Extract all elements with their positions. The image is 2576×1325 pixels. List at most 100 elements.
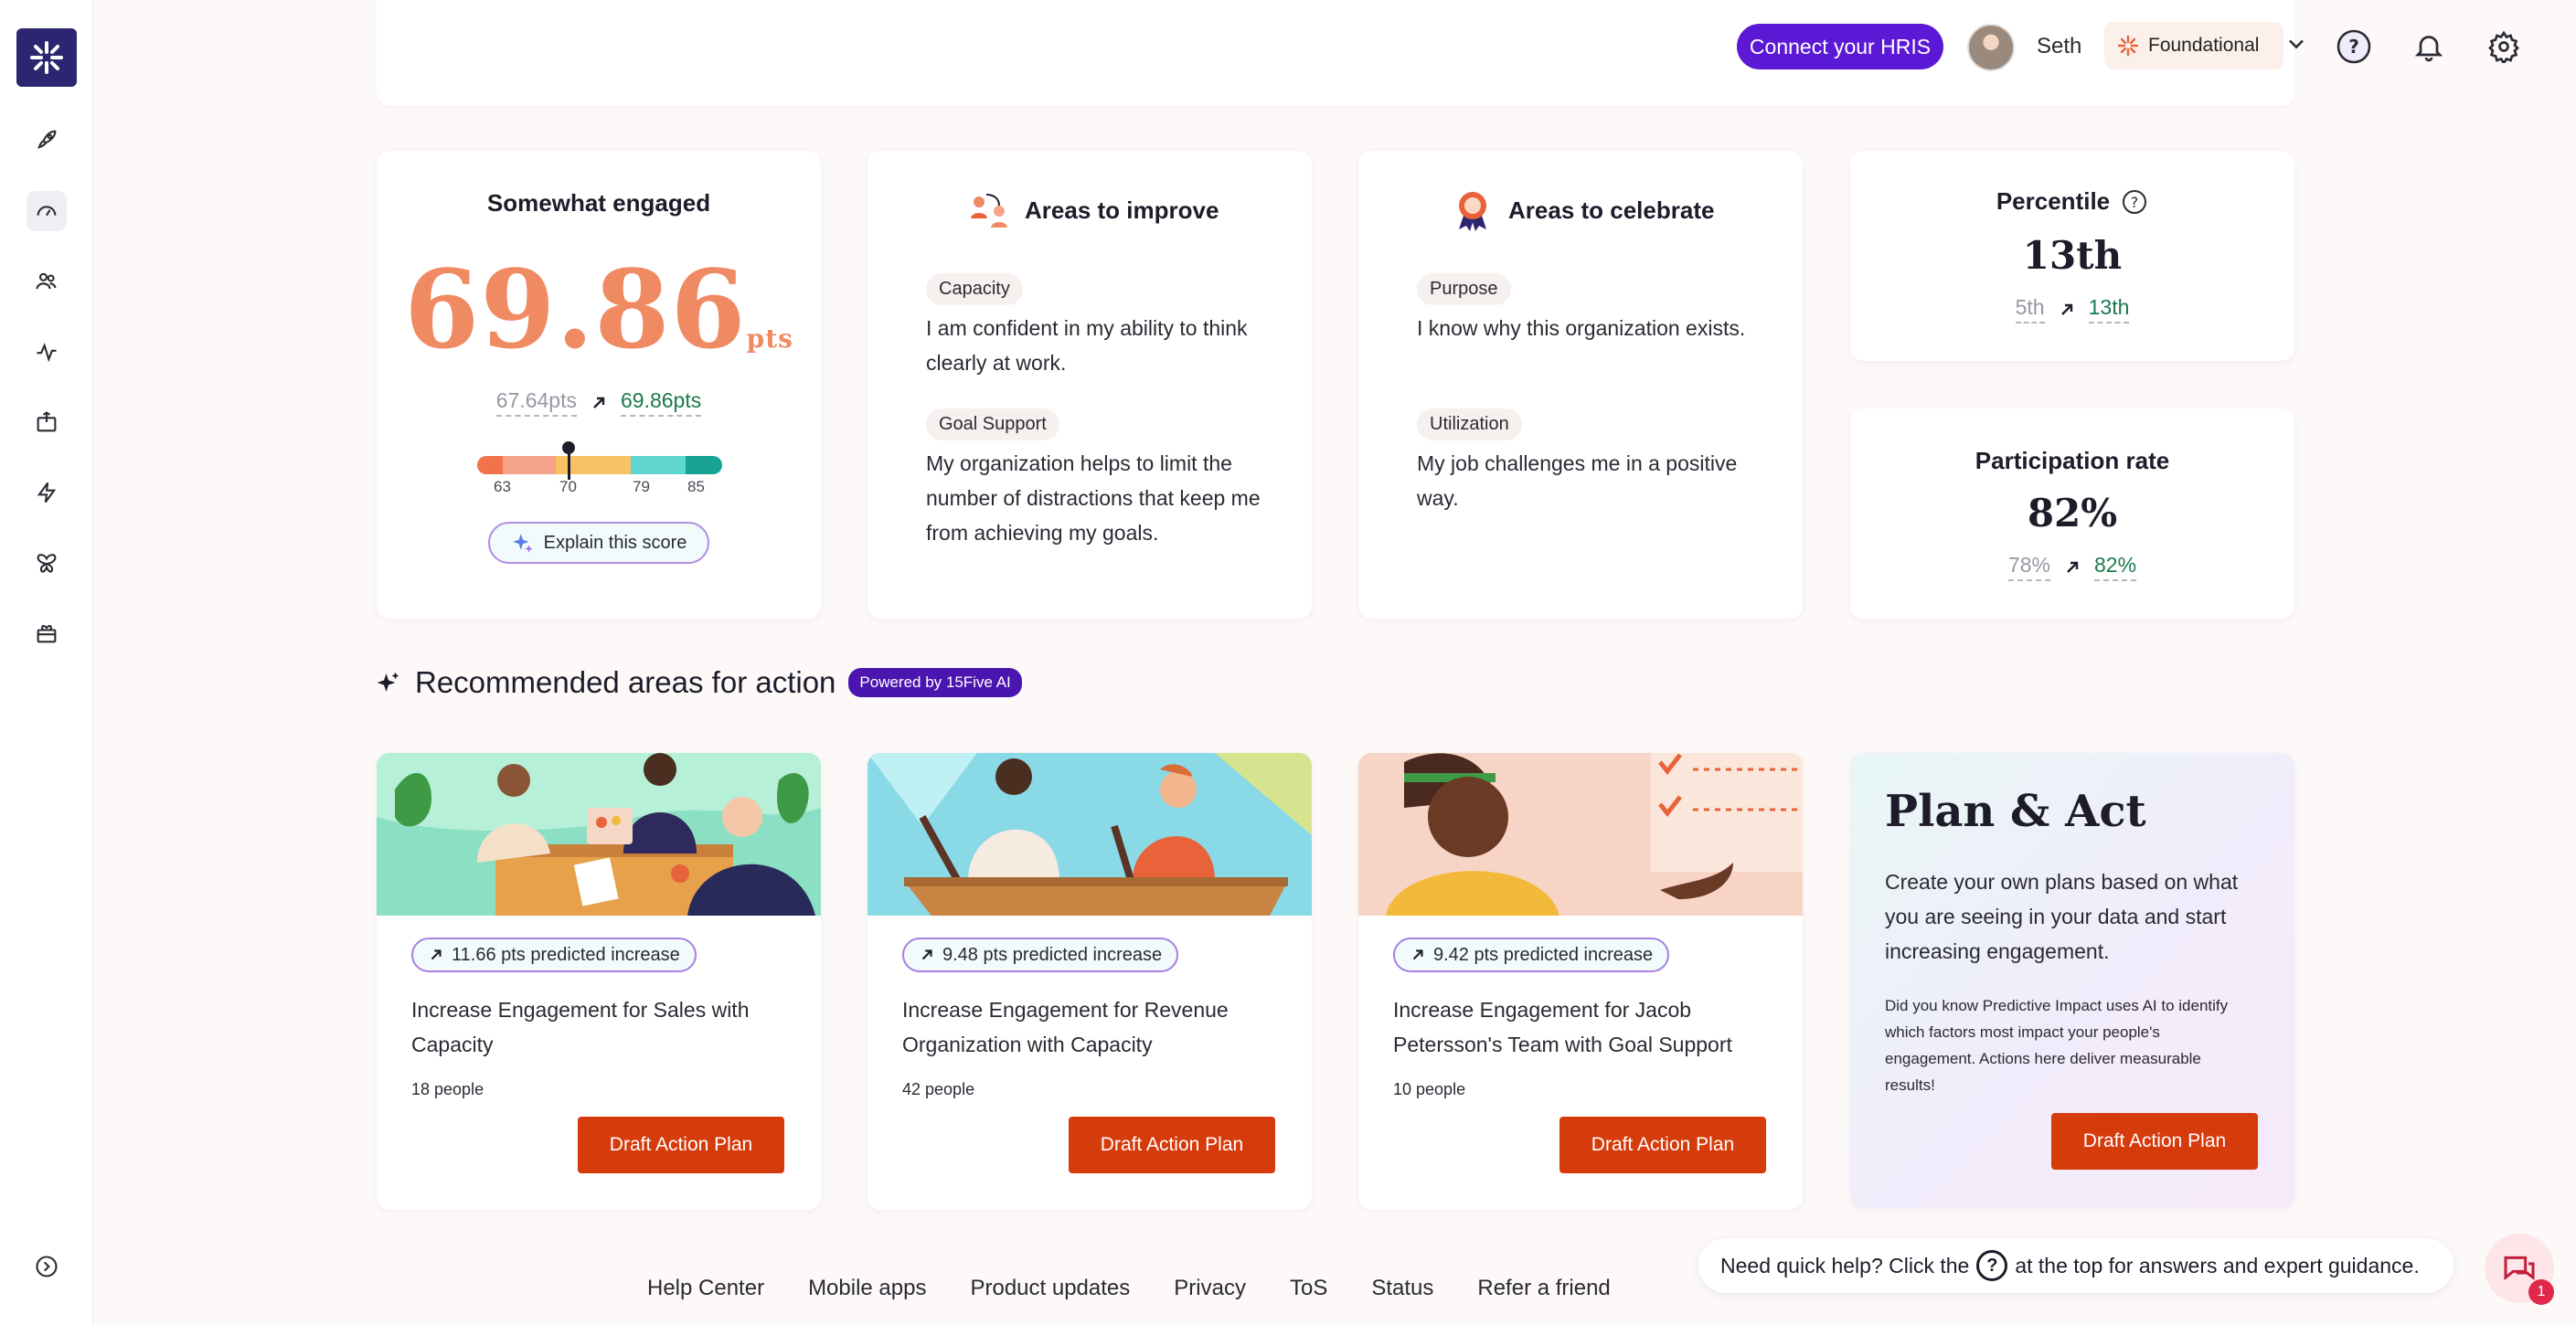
app-logo[interactable] [16,28,77,87]
arrow-up-right-icon [431,949,442,960]
percentile-header: Percentile ? [1850,187,2294,216]
people-count: 18 people [411,1080,484,1098]
connect-hris-button[interactable]: Connect your HRIS [1737,24,1943,69]
celebrate-item: Utilization My job challenges me in a po… [1417,408,1746,515]
recommendation-card: 11.66 pts predicted increase Increase En… [377,753,821,1210]
improve-item: Goal Support My organization helps to li… [926,408,1292,550]
gift-icon[interactable] [27,613,67,653]
percentile-title: Percentile [1996,187,2111,215]
gauge-label: 79 [633,478,650,495]
footer-link-help-center[interactable]: Help Center [647,1276,764,1301]
improve-item: Capacity I am confident in my ability to… [926,273,1292,380]
footer-link-mobile-apps[interactable]: Mobile apps [808,1276,926,1301]
draft-action-plan-button[interactable]: Draft Action Plan [1069,1117,1275,1173]
predicted-increase-badge: 11.66 pts predicted increase [411,938,697,972]
predicted-increase-badge: 9.48 pts predicted increase [902,938,1179,972]
recommended-title: Recommended areas for action [415,665,836,699]
explain-score-button[interactable]: Explain this score [488,522,709,564]
lightning-icon[interactable] [27,472,67,513]
butterfly-icon[interactable] [27,543,67,583]
inbox-icon[interactable] [27,402,67,442]
current-participation[interactable]: 82% [2094,553,2137,581]
pulse-icon[interactable] [27,332,67,372]
participation-value: 82% [2027,491,2118,535]
award-ribbon-icon [1459,192,1486,231]
rowing-team-illustration [868,753,1312,916]
participation-change: 78% 82% [1850,553,2294,581]
checklist-person-illustration [1358,753,1803,916]
recommendation-title: Increase Engagement for Revenue Organiza… [902,998,1229,1056]
footer-link-privacy[interactable]: Privacy [1174,1276,1246,1301]
people-icon[interactable] [27,261,67,302]
improve-title: Areas to improve [1025,196,1219,224]
footer-link-status[interactable]: Status [1371,1276,1433,1301]
draft-action-plan-button[interactable]: Draft Action Plan [2051,1113,2258,1170]
engagement-title: Somewhat engaged [486,189,711,217]
question-icon[interactable]: ? [2121,188,2148,216]
score-value: 69.86 [404,246,747,373]
arrow-up-right-icon [2060,303,2072,315]
gauge-label: 70 [559,478,577,495]
arrow-up-right-icon [2067,561,2079,573]
quick-help-bubble[interactable]: Need quick help? Click the ? at the top … [1698,1238,2454,1293]
help-text-before: Need quick help? Click the [1720,1253,1970,1277]
gauge-marker-head [562,441,575,454]
areas-to-improve-card: Areas to improve Capacity I am confident… [868,151,1312,619]
gauge-icon[interactable] [27,191,67,231]
score-change: 67.64pts 69.86pts [377,388,821,417]
participation-card: Participation rate 82% 78% 82% [1850,408,2294,619]
gauge-label: 85 [687,478,705,495]
gear-icon[interactable] [2483,26,2525,68]
current-percentile[interactable]: 13th [2088,295,2130,323]
percentile-card: Percentile ? 13th 5th 13th [1850,151,2294,361]
chevron-down-icon[interactable] [2283,31,2309,57]
arrow-up-right-icon [921,949,932,960]
previous-percentile[interactable]: 5th [2015,295,2045,323]
celebrate-text: I know why this organization exists. [1417,316,1746,340]
previous-participation[interactable]: 78% [2007,553,2050,581]
predicted-increase: 9.42 pts predicted increase [1433,944,1654,965]
improve-tag: Goal Support [926,408,1059,440]
recommendation-title: Increase Engagement for Sales with Capac… [411,998,750,1056]
footer-link-tos[interactable]: ToS [1290,1276,1327,1301]
sparkle-logo-icon [2117,35,2139,57]
sparkle-icon [512,534,533,553]
celebrate-header: Areas to celebrate [1450,187,1714,233]
recommendation-card: 9.48 pts predicted increase Increase Eng… [868,753,1312,1210]
engagement-score: 69.86pts [377,246,821,373]
ai-badge: Powered by 15Five AI [848,668,1022,697]
improve-text: My organization helps to limit the numbe… [926,451,1261,545]
logo-icon [30,41,63,74]
draft-action-plan-button[interactable]: Draft Action Plan [1559,1117,1766,1173]
svg-text:?: ? [2348,36,2359,58]
celebrate-tag: Utilization [1417,408,1522,440]
people-exchange-icon [971,194,1007,228]
chat-unread-badge: 1 [2528,1279,2554,1305]
current-score[interactable]: 69.86pts [621,388,702,417]
avatar[interactable] [1967,24,2015,71]
user-name: Seth [2037,34,2082,58]
people-count: 10 people [1393,1080,1466,1098]
recommended-header: Recommended areas for action Powered by … [375,665,1022,700]
chat-icon [2504,1256,2535,1281]
improve-text: I am confident in my ability to think cl… [926,316,1248,375]
score-gauge [477,456,722,474]
footer-link-refer-a-friend[interactable]: Refer a friend [1477,1276,1610,1301]
previous-score[interactable]: 67.64pts [495,388,577,417]
areas-to-celebrate-card: Areas to celebrate Purpose I know why th… [1358,151,1803,619]
draft-action-plan-button[interactable]: Draft Action Plan [578,1117,784,1173]
celebrate-text: My job challenges me in a positive way. [1417,451,1738,510]
rocket-icon[interactable] [27,120,67,160]
percentile-change: 5th 13th [1850,295,2294,323]
expand-sidebar-icon[interactable] [27,1246,67,1287]
plan-selector[interactable]: Foundational [2104,22,2283,69]
predicted-increase-badge: 9.42 pts predicted increase [1393,938,1670,972]
bell-icon[interactable] [2408,26,2450,68]
footer-link-product-updates[interactable]: Product updates [970,1276,1130,1301]
plan-act-title: Plan & Act [1885,786,2146,837]
arrow-up-right-icon [593,397,605,408]
engagement-score-card: Somewhat engaged 69.86pts 67.64pts 69.86… [377,151,821,619]
improve-header: Areas to improve [966,187,1219,233]
improve-tag: Capacity [926,273,1023,305]
help-icon[interactable]: ? [2333,26,2375,68]
